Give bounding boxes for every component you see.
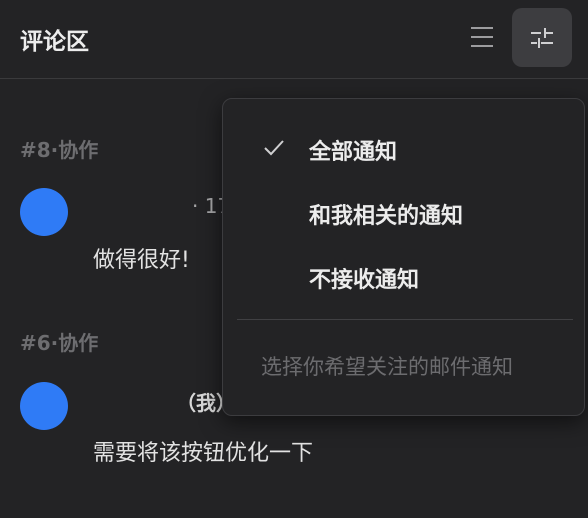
avatar[interactable] xyxy=(20,382,68,430)
dropdown-item-label: 和我相关的通知 xyxy=(309,204,464,229)
dropdown-item-related[interactable]: 和我相关的通知 xyxy=(223,184,584,240)
page-title: 评论区 xyxy=(20,29,89,55)
avatar[interactable] xyxy=(20,188,68,236)
notification-dropdown: 全部通知 和我相关的通知 不接收通知 选择你希望关注的邮件通知 xyxy=(222,98,585,416)
divider xyxy=(237,319,573,320)
dropdown-item-label: 不接收通知 xyxy=(309,268,420,293)
menu-icon xyxy=(471,27,493,47)
dropdown-item-none[interactable]: 不接收通知 xyxy=(223,248,584,304)
check-icon xyxy=(264,140,284,156)
comment-text: 做得很好! xyxy=(93,248,190,273)
menu-button[interactable] xyxy=(462,17,502,57)
dropdown-hint: 选择你希望关注的邮件通知 xyxy=(261,355,513,379)
notification-settings-button[interactable] xyxy=(512,8,572,67)
dropdown-item-all[interactable]: 全部通知 xyxy=(223,120,584,176)
comment-text: 需要将该按钮优化一下 xyxy=(93,441,314,466)
dropdown-item-label: 全部通知 xyxy=(309,140,398,165)
header-bar: 评论区 xyxy=(0,0,588,79)
comment-section-title: #8·协作 xyxy=(20,138,99,162)
sliders-icon xyxy=(531,27,553,48)
comment-section-title: #6·协作 xyxy=(20,331,99,355)
